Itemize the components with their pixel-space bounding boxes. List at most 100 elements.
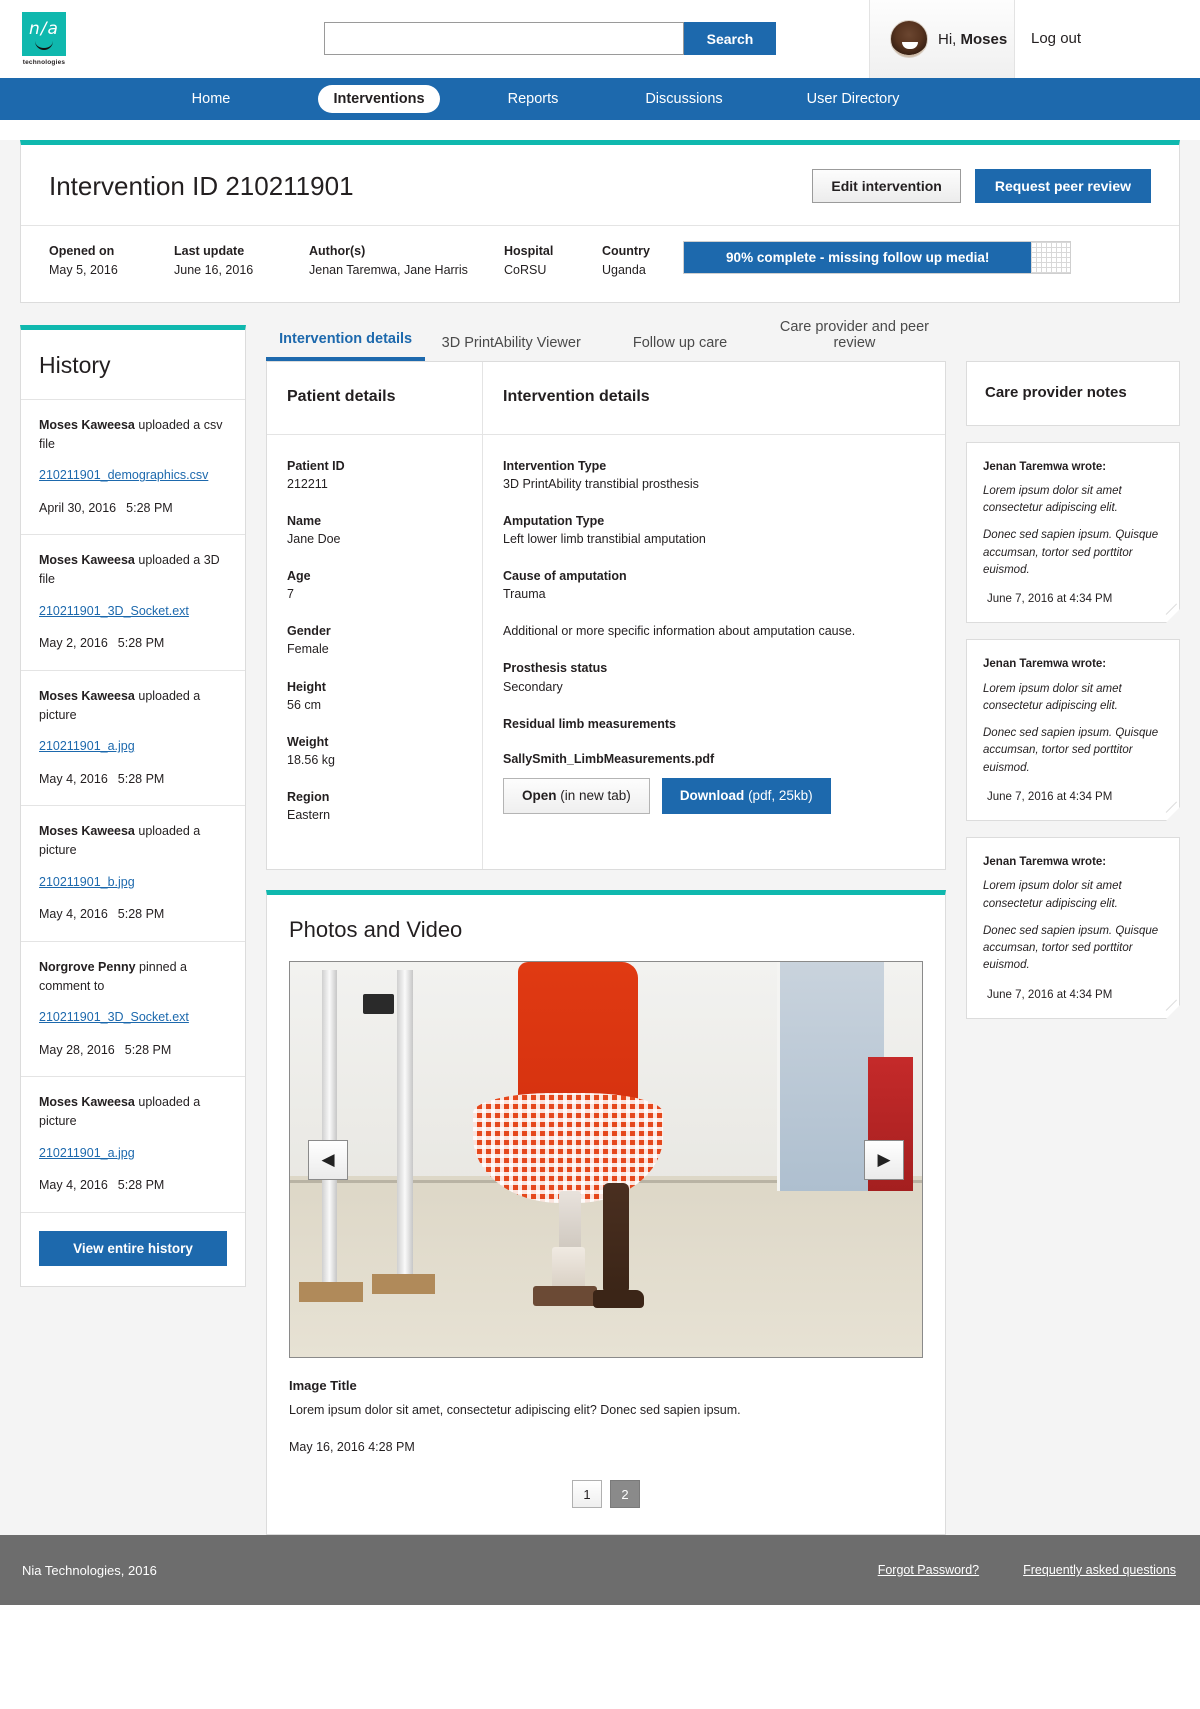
details-card: Patient details Patient ID 212211 Name Jane…: [266, 360, 946, 871]
note-timestamp: June 7, 2016 at 4:34 PM: [987, 988, 1113, 1001]
greeting: Hi, Moses: [938, 31, 1007, 48]
tab-3d-printability-viewer[interactable]: 3D PrintAbility Viewer: [425, 335, 597, 361]
progress-remaining: [1031, 242, 1070, 273]
photo-prosthetic-socket: [552, 1246, 586, 1291]
history-timestamp: May 4, 2016 5:28 PM: [39, 1176, 227, 1195]
logo-mark: n/a: [22, 11, 66, 56]
history-file-link[interactable]: 210211901_demographics.csv: [39, 466, 227, 485]
intervention-details-heading: Intervention details: [483, 362, 945, 435]
intervention-meta: Opened on May 5, 2016 Last update June 1…: [21, 226, 1179, 302]
residual-limb-measurements-label: Residual limb measurements: [503, 715, 925, 733]
top-bar: n/a technologies Search Hi, Moses Log ou…: [0, 0, 1200, 78]
history-timestamp: April 30, 2016 5:28 PM: [39, 499, 227, 518]
download-pdf-button[interactable]: Download (pdf, 25kb): [661, 777, 831, 814]
history-time: 5:28 PM: [117, 636, 165, 651]
logo[interactable]: n/a technologies: [14, 11, 74, 66]
history-time: 5:28 PM: [117, 771, 165, 786]
photo-natural-foot: [593, 1290, 644, 1308]
logout-link[interactable]: Log out: [1031, 30, 1081, 47]
nav-item-interventions[interactable]: Interventions: [318, 85, 440, 113]
patient-details-heading: Patient details: [267, 362, 482, 435]
nav-item-discussions[interactable]: Discussions: [622, 78, 746, 120]
photo-bar-base-left: [299, 1282, 363, 1302]
note-paragraph: Lorem ipsum dolor sit amet consectetur a…: [983, 880, 1122, 910]
patient-details-column: Patient details Patient ID 212211 Name Jane…: [267, 361, 483, 870]
history-file-link[interactable]: 210211901_3D_Socket.ext: [39, 602, 227, 621]
meta-value: CoRSU: [504, 262, 547, 277]
page-button-1[interactable]: 1: [572, 1480, 602, 1508]
field-label: Prosthesis status: [503, 661, 608, 676]
user-menu[interactable]: Hi, Moses: [869, 0, 1015, 78]
next-photo-button[interactable]: ▶: [864, 1140, 904, 1181]
history-actor: Norgrove Penny: [39, 959, 136, 974]
history-file-link[interactable]: 210211901_3D_Socket.ext: [39, 1008, 227, 1027]
history-list: Moses Kaweesa uploaded a csv file 2102119…: [21, 400, 245, 1213]
intervention-header: Intervention ID 210211901 Edit intervent…: [21, 145, 1179, 226]
photo-parallel-bar-right: [397, 970, 413, 1291]
field-value: 212211: [287, 476, 328, 491]
field-label: Residual limb measurements: [503, 716, 676, 731]
note-text: Additional or more specific information …: [503, 624, 856, 639]
previous-photo-button[interactable]: ◀: [308, 1140, 348, 1181]
note-author: Jenan Taremwa wrote:: [983, 658, 1107, 671]
tab-care-provider-peer-review[interactable]: Care provider and peer review: [763, 319, 946, 361]
history-date: May 4, 2016: [39, 771, 108, 786]
note-paragraph: Lorem ipsum dolor sit amet consectetur a…: [983, 682, 1122, 712]
history-file-link[interactable]: 210211901_a.jpg: [39, 737, 227, 756]
logo-subtitle: technologies: [22, 58, 66, 66]
note-paragraph: Lorem ipsum dolor sit amet consectetur a…: [983, 484, 1122, 514]
intervention-details-fields: Intervention Type 3D PrintAbility transti…: [503, 457, 925, 604]
open-pdf-button[interactable]: Open (in new tab): [503, 777, 650, 814]
history-timestamp: May 4, 2016 5:28 PM: [39, 770, 227, 789]
field-value: 56 cm: [287, 697, 322, 712]
field-value: Trauma: [503, 587, 546, 602]
photo-bar-clamp: [362, 993, 395, 1014]
search-button[interactable]: Search: [684, 22, 776, 55]
nav-item-user-directory[interactable]: User Directory: [785, 78, 921, 120]
care-provider-notes-heading: Care provider notes: [966, 360, 1180, 426]
photo-parallel-bar-left: [321, 970, 337, 1298]
page-footer: Nia Technologies, 2016 Forgot Password? …: [0, 1535, 1200, 1605]
history-actor: Moses Kaweesa: [39, 417, 135, 432]
request-peer-review-button[interactable]: Request peer review: [974, 169, 1151, 203]
meta-label: Author(s): [309, 244, 366, 258]
photo-caption-date: May 16, 2016 4:28 PM: [289, 1440, 415, 1454]
logo-text: n/a: [29, 19, 59, 39]
forgot-password-link[interactable]: Forgot Password?: [878, 1563, 979, 1577]
care-provider-note: Jenan Taremwa wrote: Lorem ipsum dolor si…: [966, 837, 1180, 1019]
nav-item-reports[interactable]: Reports: [477, 78, 589, 120]
greeting-prefix: Hi,: [938, 30, 961, 48]
note-body: Lorem ipsum dolor sit amet consectetur a…: [983, 681, 1163, 777]
search-input[interactable]: [324, 22, 684, 55]
page-title: Intervention ID 210211901: [49, 170, 354, 201]
note-author: Jenan Taremwa wrote:: [983, 856, 1107, 868]
footer-copyright: Nia Technologies, 2016: [22, 1562, 157, 1578]
intervention-summary-card: Intervention ID 210211901 Edit intervent…: [20, 140, 1180, 303]
meta-label: Opened on: [49, 244, 115, 258]
faq-link[interactable]: Frequently asked questions: [1023, 1563, 1176, 1577]
field-value: Secondary: [503, 679, 563, 694]
history-file-link[interactable]: 210211901_b.jpg: [39, 873, 227, 892]
footer-links: Forgot Password? Frequently asked questi…: [878, 1563, 1176, 1577]
meta-value: June 16, 2016: [174, 262, 254, 277]
tab-intervention-details[interactable]: Intervention details: [266, 331, 426, 361]
field-label: Weight: [287, 734, 329, 749]
edit-intervention-button[interactable]: Edit intervention: [812, 169, 961, 203]
patient-field: Name Jane Doe: [287, 512, 462, 548]
photo-pagination: 1 2: [267, 1454, 945, 1534]
nav-item-home[interactable]: Home: [152, 78, 270, 120]
page-button-2[interactable]: 2: [610, 1480, 640, 1508]
field-value: 3D PrintAbility transtibial prosthesis: [503, 476, 699, 491]
progress-fill: 90% complete - missing follow up media!: [684, 242, 1032, 273]
tab-follow-up-care[interactable]: Follow up care: [597, 335, 763, 361]
photo-prosthetic-foot: [533, 1286, 597, 1306]
view-entire-history-button[interactable]: View entire history: [39, 1230, 227, 1266]
patient-details-fields: Patient ID 212211 Name Jane Doe Age 7 Gender Fe…: [267, 435, 482, 870]
amputation-cause-note: Additional or more specific information …: [503, 622, 925, 640]
meta-opened-on: Opened on May 5, 2016: [49, 242, 174, 280]
field-label: Patient ID: [287, 458, 345, 473]
open-label: Open: [522, 788, 557, 804]
history-date: May 2, 2016: [39, 636, 108, 651]
history-file-link[interactable]: 210211901_a.jpg: [39, 1144, 227, 1163]
photo-natural-leg: [602, 1183, 630, 1295]
